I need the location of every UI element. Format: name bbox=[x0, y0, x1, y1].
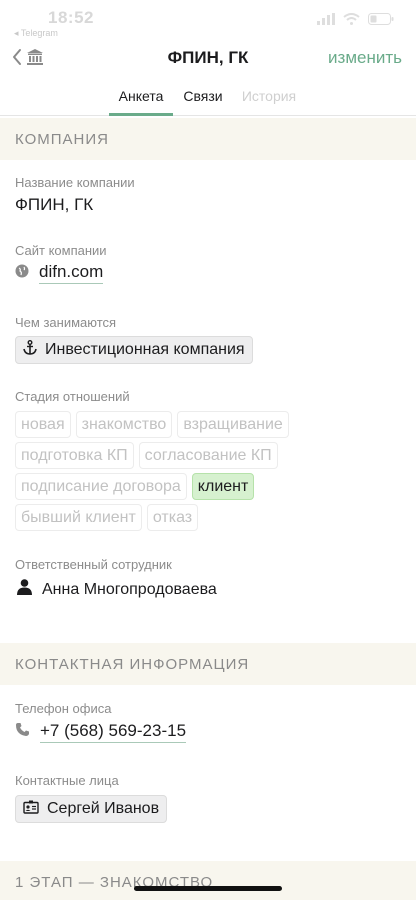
owner-row[interactable]: Анна Многопродоваева bbox=[17, 579, 217, 600]
person-icon bbox=[17, 579, 32, 600]
contact-card-icon bbox=[23, 800, 39, 819]
status-time: 18:52 bbox=[48, 8, 94, 27]
company-site-label: Сайт компании bbox=[15, 243, 107, 258]
tab-bar: Анкета Связи История bbox=[0, 80, 416, 116]
status-bar: 18:52 ◂ Telegram bbox=[0, 0, 416, 38]
stage-row: новая знакомство взращивание bbox=[15, 411, 405, 438]
section-header-company: КОМПАНИЯ bbox=[0, 118, 416, 160]
navigation-bar: ФПИН, ГК изменить bbox=[0, 36, 416, 80]
edit-button[interactable]: изменить bbox=[328, 48, 402, 68]
company-site-link[interactable]: difn.com bbox=[15, 262, 104, 284]
stage-option[interactable]: подготовка КП bbox=[15, 442, 134, 469]
activity-chip-label: Инвестиционная компания bbox=[45, 341, 245, 358]
phone-icon bbox=[15, 722, 30, 742]
signal-icon bbox=[317, 12, 335, 30]
owner-label: Ответственный сотрудник bbox=[15, 557, 172, 572]
stage-option[interactable]: взращивание bbox=[177, 411, 289, 438]
phone-link[interactable]: +7 (568) 569-23-15 bbox=[15, 721, 187, 743]
company-name-value: ФПИН, ГК bbox=[15, 195, 94, 214]
stage-row: бывший клиент отказ bbox=[15, 504, 405, 531]
stage-selector: новая знакомство взращивание подготовка … bbox=[15, 411, 405, 535]
section-title: КОНТАКТНАЯ ИНФОРМАЦИЯ bbox=[15, 656, 250, 673]
activity-chip[interactable]: Инвестиционная компания bbox=[15, 336, 253, 364]
phone-label: Телефон офиса bbox=[15, 701, 112, 716]
tab-history[interactable]: История bbox=[236, 84, 302, 116]
stage-label: Стадия отношений bbox=[15, 389, 130, 404]
home-indicator bbox=[134, 886, 282, 891]
contact-person-chip[interactable]: Сергей Иванов bbox=[15, 795, 168, 823]
stage-option[interactable]: отказ bbox=[146, 504, 199, 531]
activity-label: Чем занимаются bbox=[15, 315, 117, 330]
wifi-icon bbox=[343, 12, 360, 30]
section-header-contacts: КОНТАКТНАЯ ИНФОРМАЦИЯ bbox=[0, 643, 416, 685]
anchor-icon bbox=[23, 340, 37, 360]
section-header-stage-1: 1 ЭТАП — ЗНАКОМСТВО bbox=[0, 861, 416, 900]
stage-option[interactable]: бывший клиент bbox=[15, 504, 142, 531]
stage-row: подписание договора клиент bbox=[15, 473, 405, 500]
tab-profile[interactable]: Анкета bbox=[109, 84, 173, 116]
company-site-text[interactable]: difn.com bbox=[39, 262, 104, 284]
contact-person-name: Сергей Иванов bbox=[47, 800, 160, 817]
back-button[interactable] bbox=[12, 46, 56, 72]
stage-row: подготовка КП согласование КП bbox=[15, 442, 405, 469]
stage-option[interactable]: знакомство bbox=[75, 411, 173, 438]
stage-option[interactable]: подписание договора bbox=[15, 473, 187, 500]
company-name-label: Название компании bbox=[15, 175, 135, 190]
stage-option-active[interactable]: клиент bbox=[191, 473, 255, 500]
phone-text[interactable]: +7 (568) 569-23-15 bbox=[40, 721, 187, 743]
tab-links[interactable]: Связи bbox=[180, 84, 226, 116]
stage-option[interactable]: согласование КП bbox=[138, 442, 278, 469]
owner-name: Анна Многопродоваева bbox=[42, 580, 217, 598]
chevron-left-icon bbox=[12, 48, 22, 71]
section-title: КОМПАНИЯ bbox=[15, 131, 109, 148]
building-icon bbox=[26, 48, 44, 71]
stage-option[interactable]: новая bbox=[15, 411, 71, 438]
battery-icon bbox=[368, 12, 394, 30]
globe-icon bbox=[15, 264, 29, 283]
contact-persons-label: Контактные лица bbox=[15, 773, 119, 788]
status-icons bbox=[317, 12, 394, 30]
